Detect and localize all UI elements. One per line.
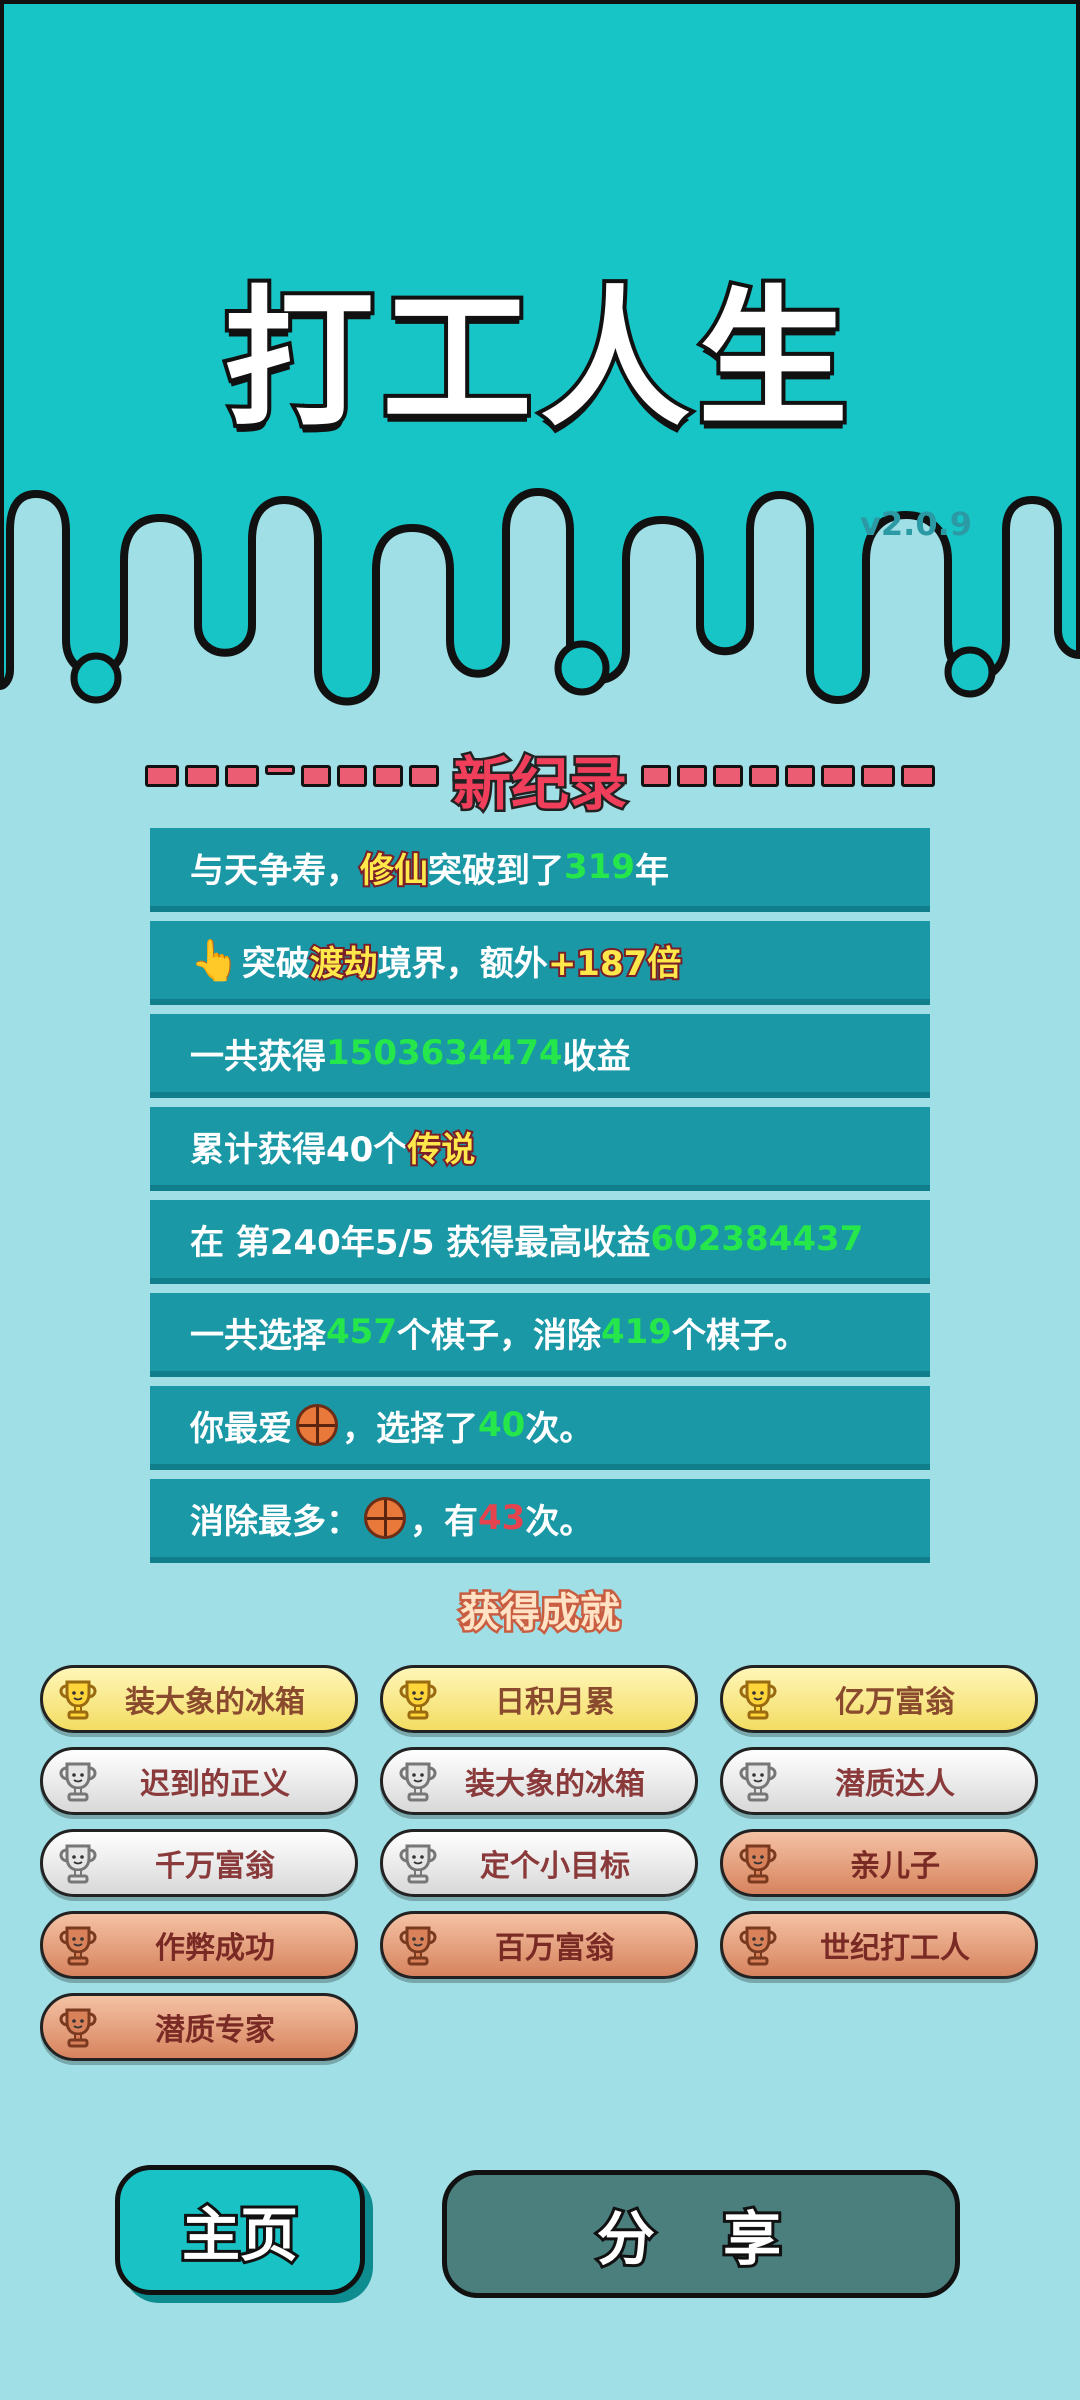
stat-row-favorite: 你最爱 ，选择了 40 次。 [150,1386,930,1464]
record-title: 新纪录 [450,748,629,821]
stat-row-most-eliminated: 消除最多： ，有 43 次。 [150,1479,930,1557]
share-button[interactable]: 分 享 [442,2170,960,2298]
trophy-icon [399,1926,437,1966]
achievement-label: 亿万富翁 [835,1685,955,1720]
pointing-hand-icon: 👆 [190,937,240,984]
drip-dot [554,640,610,696]
achievement-badge: 日积月累 [380,1665,698,1733]
achievement-badge: 世纪打工人 [720,1911,1038,1979]
trophy-icon [399,1680,437,1720]
achievement-label: 世纪打工人 [820,1931,970,1966]
achievement-badge: 装大象的冰箱 [40,1665,358,1733]
stat-row-legends: 累计获得40个 传说 [150,1107,930,1185]
stat-row-total-income: 一共获得 1503634474 收益 [150,1014,930,1092]
achievement-label: 装大象的冰箱 [125,1685,305,1720]
basketball-icon [364,1497,406,1539]
achievement-badge: 亲儿子 [720,1829,1038,1897]
achievement-label: 作弊成功 [155,1931,275,1966]
achievement-label: 潜质达人 [835,1767,955,1802]
achievement-badge: 装大象的冰箱 [380,1747,698,1815]
achievement-badge: 作弊成功 [40,1911,358,1979]
achievement-label: 迟到的正义 [140,1767,290,1802]
achievement-badge: 潜质专家 [40,1993,358,2061]
trophy-icon [739,1926,777,1966]
achievement-label: 潜质专家 [155,2013,275,2048]
trophy-icon [59,1844,97,1884]
trophy-icon [739,1844,777,1884]
achievement-label: 千万富翁 [155,1849,275,1884]
achievements-grid: 装大象的冰箱 日积月累 亿万富翁 迟到的正义 装大象的冰箱 潜质达人 千万富翁 定个小目标 亲儿… [40,1665,1040,2061]
trophy-icon [59,1926,97,1966]
drip-dot [944,646,996,698]
achievement-label: 装大象的冰箱 [465,1767,645,1802]
home-button[interactable]: 主页 [115,2165,365,2295]
achievement-badge: 千万富翁 [40,1829,358,1897]
basketball-icon [296,1404,338,1446]
record-header: 新纪录 [145,735,935,821]
stat-row-realm: 👆 突破 渡劫 境界，额外 +187倍 [150,921,930,999]
stats-list: 与天争寿， 修仙 突破到了 319 年 👆 突破 渡劫 境界，额外 +187倍 一共获得 1503… [150,828,930,1572]
achievement-badge: 亿万富翁 [720,1665,1038,1733]
stat-row-pieces: 一共选择 457 个棋子，消除 419 个棋子。 [150,1293,930,1371]
achievement-badge: 百万富翁 [380,1911,698,1979]
game-title: 打工人生 [220,269,856,451]
trophy-icon [59,2008,97,2048]
achievement-label: 亲儿子 [850,1849,940,1884]
stat-row-lifespan: 与天争寿， 修仙 突破到了 319 年 [150,828,930,906]
achievement-badge: 潜质达人 [720,1747,1038,1815]
achievements-title: 获得成就 [458,1588,623,1639]
achievement-label: 定个小目标 [480,1849,630,1884]
trophy-icon [399,1844,437,1884]
achievement-badge: 迟到的正义 [40,1747,358,1815]
achievement-badge: 定个小目标 [380,1829,698,1897]
version-label: v2.0.9 [860,505,972,543]
achievement-label: 百万富翁 [495,1931,615,1966]
trophy-icon [59,1762,97,1802]
trophy-icon [739,1680,777,1720]
trophy-icon [59,1680,97,1720]
drip-dot [70,652,122,704]
trophy-icon [399,1762,437,1802]
stat-row-max-income: 在 第240年5/5 获得最高收益 602384437 [150,1200,930,1278]
achievement-label: 日积月累 [495,1685,615,1720]
trophy-icon [739,1762,777,1802]
